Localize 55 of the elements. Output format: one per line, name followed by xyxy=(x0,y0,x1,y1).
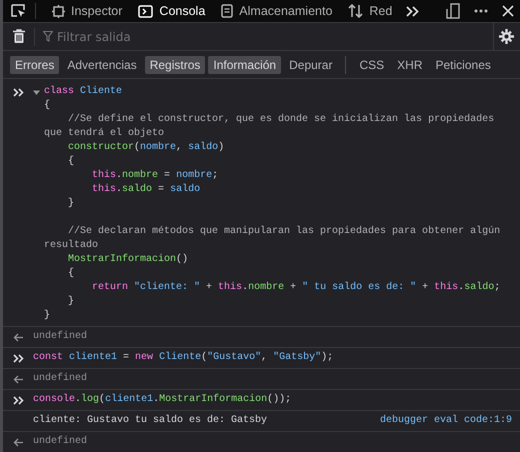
code-line: } xyxy=(44,309,52,323)
code-line: return "cliente: " + this.nombre + " tu saldo es de: " + this.saldo; xyxy=(91,281,500,295)
console-icon xyxy=(138,4,154,18)
trash-icon[interactable] xyxy=(13,29,25,44)
settings-icon[interactable] xyxy=(499,29,514,44)
filter-toggle[interactable]: Peticiones xyxy=(430,56,496,74)
code-line: constructor(nombre, saldo) xyxy=(67,141,226,155)
box-icon xyxy=(52,4,65,18)
document-icon xyxy=(221,4,234,18)
code-line: const cliente1 = new Cliente("Gustavo", "Gatsby"); xyxy=(33,351,334,365)
result-text: undefined xyxy=(33,372,88,386)
source-link[interactable]: debugger eval code:1:9 xyxy=(380,414,512,428)
filter-toggle[interactable]: Depurar xyxy=(284,56,338,74)
code-line: console.log(cliente1.MostrarInformacion()); xyxy=(33,393,292,407)
up-down-arrows-icon xyxy=(348,4,364,18)
code-line: { xyxy=(67,267,76,281)
filter-icon xyxy=(43,31,53,42)
code-line: { xyxy=(44,99,52,113)
filter-toggle[interactable]: Errores xyxy=(10,56,60,74)
filter-toggle[interactable]: Advertencias xyxy=(62,56,142,74)
log-message: cliente: Gustavo tu saldo es de: Gatsby xyxy=(33,414,268,428)
code-line: { xyxy=(67,155,76,169)
devtools-tab[interactable]: Inspector xyxy=(44,0,130,22)
code-line: //Se define el constructor, que es donde se inicializan las propiedades xyxy=(67,113,496,127)
code-line: class Cliente xyxy=(44,85,124,99)
devtools-tab[interactable]: Almacenamiento xyxy=(213,0,340,22)
code-line: } xyxy=(67,295,76,309)
filter-toggle[interactable]: Registros xyxy=(144,56,206,74)
code-line: } xyxy=(67,197,76,211)
responsive-design-icon[interactable] xyxy=(446,3,460,19)
chevrons-icon[interactable] xyxy=(406,6,420,16)
code-line: que tendrá el objeto xyxy=(44,127,166,141)
prompt-chevrons-icon xyxy=(12,354,24,362)
devtools-tab[interactable]: Red xyxy=(340,0,400,22)
result-text: undefined xyxy=(33,435,88,449)
expanded-triangle-icon[interactable] xyxy=(33,88,40,96)
close-icon[interactable] xyxy=(502,5,514,17)
prompt-chevrons-icon xyxy=(12,88,24,96)
more-options-icon[interactable] xyxy=(474,9,488,13)
element-picker-icon[interactable] xyxy=(11,4,27,18)
code-line: this.nombre = nombre; xyxy=(91,169,220,183)
return-arrow-icon xyxy=(13,374,24,384)
filter-toggle[interactable]: Información xyxy=(208,56,282,74)
filter-toggle[interactable]: CSS xyxy=(354,56,390,74)
result-text: undefined xyxy=(33,330,88,344)
code-line: MostrarInformacion() xyxy=(67,253,190,267)
code-line: //Se declaran métodos que manipularan las propiedades para obtener algún xyxy=(67,224,500,239)
prompt-chevrons-icon xyxy=(12,396,24,404)
return-arrow-icon xyxy=(13,332,24,342)
code-line: this.saldo = saldo xyxy=(91,183,202,197)
filter-toggle[interactable]: XHR xyxy=(392,56,428,74)
devtools-tab[interactable]: Consola xyxy=(130,0,214,22)
code-line: resultado xyxy=(44,239,100,253)
return-arrow-icon xyxy=(13,438,24,446)
filter-field[interactable]: Filtrar salida xyxy=(57,30,493,44)
